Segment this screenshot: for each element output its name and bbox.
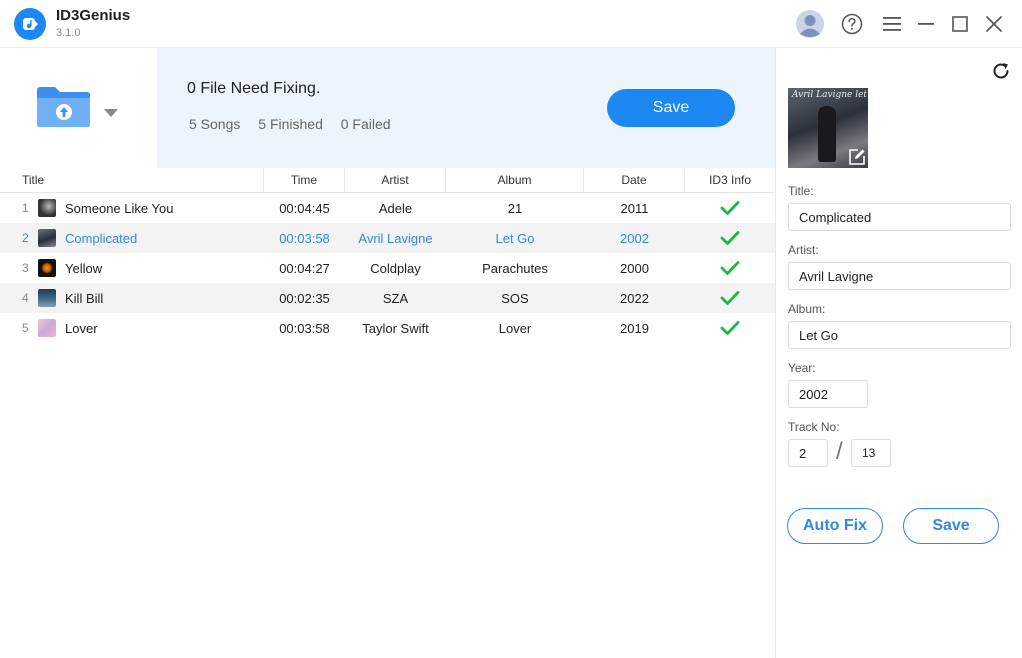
row-title: Complicated xyxy=(65,230,138,246)
row-album: Parachutes xyxy=(482,260,548,276)
tag-editor-panel: Avril Lavigne let Go Title: Artist: Albu… xyxy=(775,48,1022,658)
failed-count: 0 Failed xyxy=(340,116,391,132)
header-date[interactable]: Date xyxy=(584,168,685,192)
row-artist: Avril Lavigne xyxy=(358,230,433,246)
edit-cover-icon[interactable] xyxy=(848,148,866,166)
finished-count: 5 Finished xyxy=(258,116,323,132)
fix-status-title: 0 File Need Fixing. xyxy=(187,80,321,97)
row-title: Lover xyxy=(65,320,98,336)
album-thumbnail xyxy=(38,319,56,337)
avatar-icon[interactable] xyxy=(795,9,825,39)
row-date: 2019 xyxy=(620,320,649,336)
row-artist: Adele xyxy=(378,200,413,216)
row-album: 21 xyxy=(507,200,523,216)
menu-icon[interactable] xyxy=(878,10,906,38)
check-icon xyxy=(685,313,775,343)
artist-label: Artist: xyxy=(788,243,819,257)
table-header: Title Time Artist Album Date ID3 Info xyxy=(0,168,775,193)
row-artist: SZA xyxy=(382,290,409,306)
auto-fix-button[interactable]: Auto Fix xyxy=(787,508,883,544)
row-index: 5 xyxy=(22,321,29,335)
row-index: 1 xyxy=(22,201,29,215)
album-cover[interactable]: Avril Lavigne let Go xyxy=(788,88,868,168)
row-time: 00:02:35 xyxy=(279,290,330,306)
close-icon[interactable] xyxy=(980,10,1008,38)
year-label: Year: xyxy=(788,361,816,375)
table-row[interactable]: 4 Kill Bill 00:02:35 SZA SOS 2022 xyxy=(0,283,775,313)
row-index: 2 xyxy=(22,231,29,245)
header-album[interactable]: Album xyxy=(446,168,584,192)
row-date: 2000 xyxy=(620,260,649,276)
title-label: Title: xyxy=(788,184,814,198)
app-version: 3.1.0 xyxy=(56,27,81,39)
add-files-area xyxy=(0,48,157,168)
summary-panel: 0 File Need Fixing. 5 Songs 5 Finished 0… xyxy=(157,48,775,168)
track-total-input[interactable] xyxy=(851,439,891,467)
summary-stats: 5 Songs 5 Finished 0 Failed xyxy=(189,116,405,132)
row-index: 4 xyxy=(22,291,29,305)
add-dropdown-arrow-icon[interactable] xyxy=(103,106,119,118)
table-row[interactable]: 3 Yellow 00:04:27 Coldplay Parachutes 20… xyxy=(0,253,775,283)
table-row[interactable]: 1 Someone Like You 00:04:45 Adele 21 201… xyxy=(0,193,775,223)
track-label: Track No: xyxy=(788,420,840,434)
row-artist: Taylor Swift xyxy=(362,320,429,336)
row-title: Yellow xyxy=(65,260,103,276)
save-tags-button[interactable]: Save xyxy=(903,508,999,544)
minimize-icon[interactable] xyxy=(912,10,940,38)
row-time: 00:03:58 xyxy=(279,320,330,336)
header-time[interactable]: Time xyxy=(264,168,345,192)
row-album: Lover xyxy=(498,320,532,336)
track-separator: / xyxy=(836,438,843,465)
row-title: Someone Like You xyxy=(65,200,174,216)
header-artist[interactable]: Artist xyxy=(345,168,446,192)
row-artist: Coldplay xyxy=(370,260,421,276)
cover-figure xyxy=(818,106,836,162)
album-thumbnail xyxy=(38,259,56,277)
app-name: ID3Genius xyxy=(56,7,131,24)
album-thumbnail xyxy=(38,199,56,217)
artist-input[interactable] xyxy=(788,262,1011,290)
row-time: 00:04:27 xyxy=(279,260,330,276)
maximize-icon[interactable] xyxy=(946,10,974,38)
songs-count: 5 Songs xyxy=(189,116,241,132)
row-album: SOS xyxy=(501,290,529,306)
folder-upload-icon xyxy=(37,87,90,127)
title-bar: ID3Genius 3.1.0 xyxy=(0,0,1022,48)
header-title[interactable]: Title xyxy=(0,168,264,192)
table-row[interactable]: 2 Complicated 00:03:58 Avril Lavigne Let… xyxy=(0,223,775,253)
header-id3-info[interactable]: ID3 Info xyxy=(685,168,775,192)
row-time: 00:03:58 xyxy=(279,230,330,246)
table-row[interactable]: 5 Lover 00:03:58 Taylor Swift Lover 2019 xyxy=(0,313,775,343)
row-album: Let Go xyxy=(495,230,535,246)
row-time: 00:04:45 xyxy=(279,200,330,216)
app-logo-icon xyxy=(14,8,46,40)
refresh-icon[interactable] xyxy=(990,60,1012,82)
year-input[interactable] xyxy=(788,380,868,408)
album-input[interactable] xyxy=(788,321,1011,349)
save-all-button[interactable]: Save xyxy=(607,89,735,127)
check-icon xyxy=(685,193,775,223)
title-input[interactable] xyxy=(788,203,1011,231)
check-icon xyxy=(685,253,775,283)
album-label: Album: xyxy=(788,302,826,316)
song-table: Title Time Artist Album Date ID3 Info 1 … xyxy=(0,168,775,343)
check-icon xyxy=(685,223,775,253)
add-folder-button[interactable] xyxy=(35,84,93,130)
check-icon xyxy=(685,283,775,313)
row-date: 2011 xyxy=(620,200,649,216)
track-number-input[interactable] xyxy=(788,439,828,467)
album-thumbnail xyxy=(38,289,56,307)
album-thumbnail xyxy=(38,229,56,247)
row-index: 3 xyxy=(22,261,29,275)
cover-text: Avril Lavigne let Go xyxy=(792,90,868,100)
row-date: 2002 xyxy=(620,230,649,246)
row-date: 2022 xyxy=(620,290,649,306)
help-icon[interactable] xyxy=(838,10,866,38)
row-title: Kill Bill xyxy=(65,290,104,306)
